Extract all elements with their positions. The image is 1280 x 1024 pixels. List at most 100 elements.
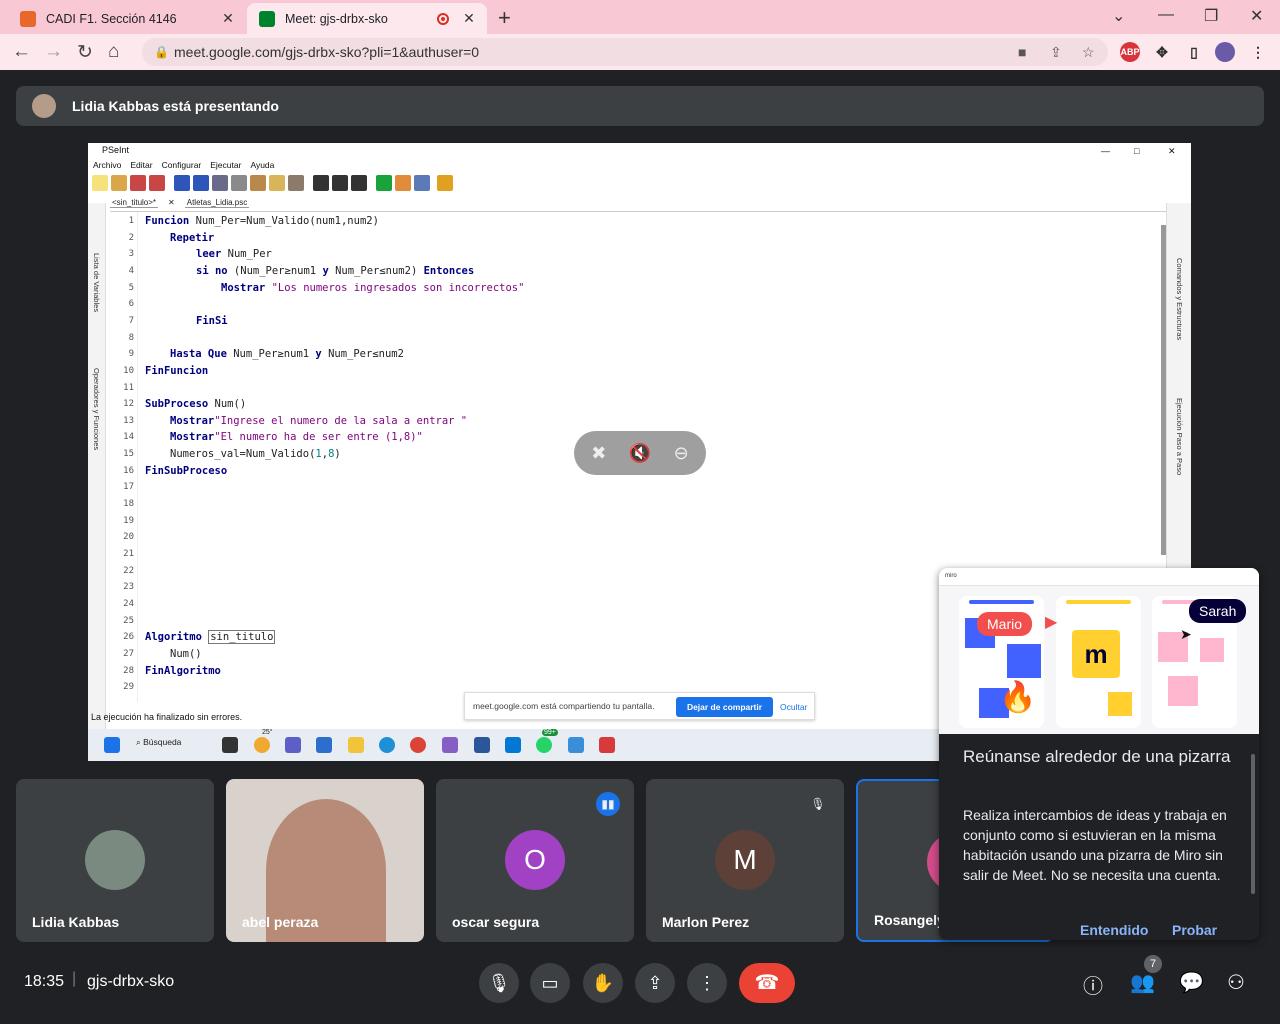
pseint-toolbar (92, 175, 453, 191)
diagram-icon (414, 175, 430, 191)
line-number: 19 (123, 515, 134, 526)
participant-tile-abel[interactable]: abel peraza (226, 779, 424, 942)
raise-hand-button[interactable]: ✋ (583, 963, 623, 1003)
windows-start-icon (104, 737, 120, 753)
profile-avatar[interactable] (1215, 42, 1235, 62)
adblock-icon[interactable]: ABP (1120, 42, 1140, 62)
participant-tile-lidia[interactable]: Lidia Kabbas (16, 779, 214, 942)
whatsapp-badge: 99+ (542, 729, 558, 736)
line-number: 11 (123, 382, 134, 393)
kebab-menu-icon[interactable]: ⋮ (1248, 42, 1268, 62)
end-call-button[interactable]: ☎ (739, 963, 795, 1003)
popup-scrollbar[interactable] (1251, 754, 1255, 894)
participant-name: Marlon Perez (662, 914, 750, 930)
camera-button[interactable]: ▭ (530, 963, 570, 1003)
tab-search-icon[interactable]: ⌄ (1112, 6, 1125, 26)
card-accent (969, 600, 1034, 604)
lock-icon[interactable]: 🔒 (154, 38, 169, 66)
participant-tile-marlon[interactable]: M 🎙 Marlon Perez (646, 779, 844, 942)
word-icon (474, 737, 490, 753)
line-number: 6 (128, 299, 134, 310)
clock: 18:35 (24, 973, 65, 990)
extensions-puzzle-icon[interactable]: ✥ (1152, 42, 1172, 62)
restore-button[interactable]: ❐ (1204, 6, 1218, 26)
home-icon[interactable]: ⌂ (108, 41, 119, 63)
pseint-status-text: La ejecución ha finalizado sin errores. (91, 712, 243, 722)
microphone-button[interactable]: 🎙 (479, 963, 519, 1003)
more-options-button[interactable]: ⋮ (687, 963, 727, 1003)
redo-icon (193, 175, 209, 191)
miro-toolbar: miro (939, 568, 1259, 586)
popup-body: Realiza intercambios de ideas y trabaja … (963, 807, 1227, 883)
code-line: Algoritmo sin_titulo (145, 630, 276, 644)
present-screen-button[interactable]: ⇪ (635, 963, 675, 1003)
separator: | (72, 970, 77, 987)
card-accent (1066, 600, 1131, 604)
forward-icon[interactable]: → (44, 41, 63, 63)
tab-title: Meet: gjs-drbx-sko (285, 11, 388, 26)
pseint-close-icon: ✕ (1168, 146, 1176, 156)
meeting-info-icon[interactable]: ⓘ (1083, 970, 1103, 999)
sticky-note (1007, 644, 1041, 678)
participant-name: Lidia Kabbas (32, 914, 120, 930)
people-icon[interactable]: 👥 (1130, 970, 1155, 995)
line-number: 9 (128, 349, 134, 360)
close-tab-icon[interactable]: ✕ (218, 10, 238, 27)
line-number: 20 (123, 532, 134, 543)
cut-icon (212, 175, 228, 191)
meet-favicon-icon (259, 10, 275, 27)
sticky-note (1168, 676, 1198, 706)
save-icon (130, 175, 146, 191)
try-button[interactable]: Probar (1172, 922, 1217, 938)
reload-icon[interactable]: ↻ (77, 41, 93, 64)
camera-icon[interactable]: ■ (1018, 38, 1026, 66)
mic-off-icon: 🎙 (806, 792, 830, 816)
pseint-menu-bar: Archivo Editar Configurar Ejecutar Ayuda (93, 160, 274, 170)
back-icon[interactable]: ← (12, 41, 31, 63)
pseint-taskbar-icon (599, 737, 615, 753)
participant-tile-oscar[interactable]: O ▮▮ oscar segura (436, 779, 634, 942)
share-icon[interactable]: ⇪ (1050, 38, 1062, 66)
got-it-button[interactable]: Entendido (1080, 922, 1148, 938)
tab-meet[interactable]: Meet: gjs-drbx-sko ✕ (247, 3, 487, 34)
new-tab-button[interactable]: + (498, 5, 511, 31)
meet-window: CADI F1. Sección 4146 ✕ Meet: gjs-drbx-s… (0, 0, 1280, 1024)
line-number: 29 (123, 682, 134, 693)
line-number: 13 (123, 415, 134, 426)
file-tab-atletas: Atletas_Lidia.psc (184, 198, 250, 208)
code-line: FinSi (196, 315, 228, 327)
address-bar[interactable]: 🔒 meet.google.com/gjs-drbx-sko?pli=1&aut… (142, 38, 1108, 66)
tab-cadi[interactable]: CADI F1. Sección 4146 ✕ (8, 3, 246, 34)
fire-icon: 🔥 (999, 681, 1037, 714)
menu-ayuda: Ayuda (250, 160, 275, 170)
code-line: FinSubProceso (145, 465, 228, 477)
line-number: 16 (123, 465, 134, 476)
chrome-icon (410, 737, 426, 753)
close-tab-icon[interactable]: ✕ (459, 10, 479, 27)
presenting-banner: Lidia Kabbas está presentando (16, 86, 1264, 126)
app-icon (568, 737, 584, 753)
line-number: 21 (123, 549, 134, 559)
menu-editar: Editar (130, 160, 153, 170)
share-notice-text: meet.google.com está compartiendo tu pan… (473, 701, 655, 711)
minimize-button[interactable]: — (1158, 6, 1174, 24)
pseint-window-title: PSeInt (102, 145, 130, 155)
activities-icon[interactable]: ⚇ (1227, 970, 1245, 995)
paste-icon (250, 175, 266, 191)
close-window-button[interactable]: ✕ (1250, 6, 1263, 26)
avatar: M (715, 830, 775, 890)
line-number: 1 (128, 216, 134, 226)
code-line: Funcion Num_Per=Num_Valido(num1,num2) (145, 215, 379, 227)
bookmark-star-icon[interactable]: ☆ (1082, 38, 1095, 66)
sarah-cursor-chip: Sarah (1189, 599, 1247, 623)
vscode-icon (505, 737, 521, 753)
line-number: 18 (123, 499, 134, 510)
find-prev-icon (313, 175, 329, 191)
open-file-icon (111, 175, 127, 191)
speaking-icon: ▮▮ (596, 792, 620, 816)
chat-icon[interactable]: 💬 (1179, 970, 1204, 995)
code-line: Num() (170, 648, 202, 660)
sticky-note (1108, 692, 1132, 716)
side-panel-icon[interactable]: ▯ (1184, 42, 1204, 62)
taskbar-search: ⌕ Búsqueda (136, 737, 182, 747)
